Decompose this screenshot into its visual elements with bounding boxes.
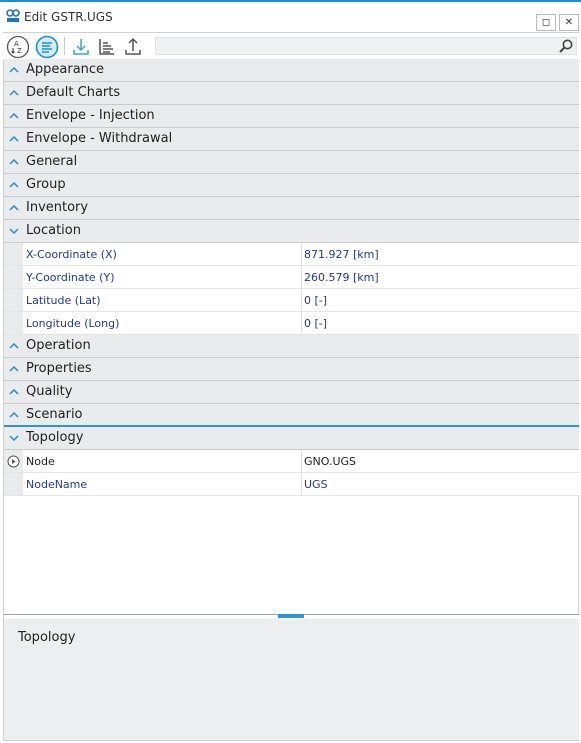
chevron-up-icon[interactable] bbox=[8, 386, 20, 398]
collapse-tree-icon[interactable] bbox=[95, 35, 119, 59]
column-divider[interactable] bbox=[301, 312, 302, 334]
chevron-up-icon[interactable] bbox=[8, 409, 20, 421]
row-gutter bbox=[4, 473, 23, 495]
search-input[interactable] bbox=[156, 41, 554, 58]
category-label: Envelope - Withdrawal bbox=[26, 131, 173, 146]
row-gutter bbox=[4, 266, 23, 288]
category-default-charts[interactable]: Default Charts bbox=[4, 82, 579, 105]
category-topology[interactable]: Topology bbox=[4, 427, 579, 450]
category-label: Default Charts bbox=[26, 85, 121, 100]
category-label: Location bbox=[26, 223, 81, 238]
category-label: Appearance bbox=[26, 62, 105, 77]
column-divider[interactable] bbox=[301, 243, 302, 265]
property-name: Node bbox=[26, 455, 55, 468]
row-selected-arrow-icon[interactable] bbox=[7, 455, 20, 468]
splitter-grip[interactable] bbox=[278, 614, 304, 618]
property-value[interactable]: 0 [-] bbox=[304, 317, 327, 330]
toolbar-separator bbox=[64, 37, 65, 55]
category-scenario[interactable]: Scenario bbox=[4, 404, 579, 427]
category-operation[interactable]: Operation bbox=[4, 335, 579, 358]
column-divider[interactable] bbox=[301, 450, 302, 472]
property-value[interactable]: UGS bbox=[304, 478, 328, 491]
category-label: Group bbox=[26, 177, 66, 192]
chevron-up-icon[interactable] bbox=[8, 110, 20, 122]
category-location[interactable]: Location bbox=[4, 220, 579, 243]
row-gutter bbox=[4, 243, 23, 265]
description-panel: Topology bbox=[4, 619, 579, 740]
description-title: Topology bbox=[18, 630, 76, 645]
property-name: Longitude (Long) bbox=[26, 317, 120, 330]
category-envelope-withdrawal[interactable]: Envelope - Withdrawal bbox=[4, 128, 579, 151]
property-value[interactable]: 260.579 [km] bbox=[304, 271, 379, 284]
toolbar: A Z bbox=[3, 33, 579, 60]
svg-text:Z: Z bbox=[17, 47, 22, 55]
property-row[interactable]: Y-Coordinate (Y) 260.579 [km] bbox=[4, 266, 579, 289]
category-inventory[interactable]: Inventory bbox=[4, 197, 579, 220]
chevron-up-icon[interactable] bbox=[8, 87, 20, 99]
category-quality[interactable]: Quality bbox=[4, 381, 579, 404]
property-grid: Appearance Default Charts Envelope - Inj… bbox=[4, 59, 579, 496]
property-row[interactable]: Longitude (Long) 0 [-] bbox=[4, 312, 579, 335]
chevron-down-icon[interactable] bbox=[8, 225, 20, 237]
sort-categorized-icon[interactable] bbox=[35, 35, 59, 59]
close-button[interactable]: ✕ bbox=[559, 14, 579, 31]
category-appearance[interactable]: Appearance bbox=[4, 59, 579, 82]
chevron-up-icon[interactable] bbox=[8, 340, 20, 352]
chevron-up-icon[interactable] bbox=[8, 64, 20, 76]
column-divider[interactable] bbox=[301, 473, 302, 495]
column-divider[interactable] bbox=[301, 266, 302, 288]
property-row[interactable]: Latitude (Lat) 0 [-] bbox=[4, 289, 579, 312]
category-label: Operation bbox=[26, 338, 91, 353]
category-label: Inventory bbox=[26, 200, 89, 215]
category-label: General bbox=[26, 154, 78, 169]
category-group[interactable]: Group bbox=[4, 174, 579, 197]
window-title: Edit GSTR.UGS bbox=[24, 10, 113, 24]
app-icon bbox=[6, 9, 20, 22]
category-envelope-injection[interactable]: Envelope - Injection bbox=[4, 105, 579, 128]
property-row-selected[interactable]: Node GNO.UGS bbox=[4, 450, 579, 473]
property-name: X-Coordinate (X) bbox=[26, 248, 117, 261]
chevron-up-icon[interactable] bbox=[8, 179, 20, 191]
export-icon[interactable] bbox=[121, 35, 145, 59]
category-label: Scenario bbox=[26, 407, 83, 422]
category-label: Topology bbox=[26, 430, 84, 445]
property-value[interactable]: 0 [-] bbox=[304, 294, 327, 307]
maximize-button[interactable]: ◻ bbox=[536, 14, 556, 31]
chevron-up-icon[interactable] bbox=[8, 202, 20, 214]
property-name: NodeName bbox=[26, 478, 88, 491]
search-box bbox=[155, 37, 577, 58]
sort-alphabetical-icon[interactable]: A Z bbox=[6, 35, 30, 59]
category-label: Quality bbox=[26, 384, 73, 399]
property-name: Latitude (Lat) bbox=[26, 294, 101, 307]
chevron-up-icon[interactable] bbox=[8, 133, 20, 145]
property-value[interactable]: GNO.UGS bbox=[304, 455, 356, 468]
category-label: Properties bbox=[26, 361, 92, 376]
category-general[interactable]: General bbox=[4, 151, 579, 174]
property-name: Y-Coordinate (Y) bbox=[26, 271, 115, 284]
search-icon[interactable] bbox=[558, 38, 574, 54]
chevron-up-icon[interactable] bbox=[8, 156, 20, 168]
title-bar: Edit GSTR.UGS ◻ ✕ bbox=[0, 2, 581, 32]
category-properties[interactable]: Properties bbox=[4, 358, 579, 381]
property-row[interactable]: X-Coordinate (X) 871.927 [km] bbox=[4, 243, 579, 266]
property-row[interactable]: NodeName UGS bbox=[4, 473, 579, 496]
chevron-down-icon[interactable] bbox=[8, 432, 20, 444]
import-icon[interactable] bbox=[69, 35, 93, 59]
column-divider[interactable] bbox=[301, 289, 302, 311]
row-gutter bbox=[4, 312, 23, 334]
category-label: Envelope - Injection bbox=[26, 108, 155, 123]
property-value[interactable]: 871.927 [km] bbox=[304, 248, 379, 261]
chevron-up-icon[interactable] bbox=[8, 363, 20, 375]
row-gutter bbox=[4, 289, 23, 311]
